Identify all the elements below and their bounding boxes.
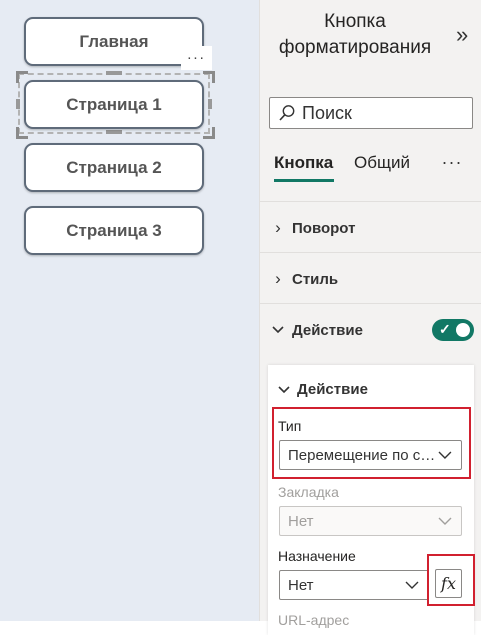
pane-title-line-2: форматирования <box>278 37 432 58</box>
tab-button[interactable]: Кнопка <box>274 153 333 173</box>
destination-dropdown[interactable]: Нет <box>279 570 429 600</box>
nav-button-page-2[interactable]: Страница 2 <box>24 143 204 192</box>
report-canvas: Главная Страница 1 Страница 2 Страница 3… <box>0 0 259 621</box>
check-icon: ✓ <box>439 321 451 337</box>
action-toggle[interactable]: ✓ <box>432 319 474 341</box>
section-label: Поворот <box>292 219 356 237</box>
resize-handle-bottom[interactable] <box>106 130 122 134</box>
resize-handle-right[interactable] <box>208 99 212 109</box>
resize-handle-bottom-left[interactable] <box>16 127 28 139</box>
collapse-pane-icon[interactable]: » <box>456 22 468 48</box>
pane-title-line-1: Кнопка <box>324 11 386 32</box>
nav-button-page-3[interactable]: Страница 3 <box>24 206 204 255</box>
section-label: Стиль <box>292 270 339 288</box>
bookmark-dropdown[interactable]: Нет <box>279 506 462 536</box>
search-placeholder: Поиск <box>302 102 352 123</box>
resize-handle-top-right[interactable] <box>203 71 215 83</box>
next-field-label: URL-адрес <box>278 612 350 628</box>
chevron-right-icon: › <box>275 218 281 237</box>
more-options-button[interactable]: ... <box>181 46 212 70</box>
destination-label: Назначение <box>278 548 356 564</box>
bookmark-label: Закладка <box>278 484 339 500</box>
highlight-box <box>272 407 471 479</box>
resize-handle-bottom-right[interactable] <box>203 127 215 139</box>
toggle-knob <box>456 323 470 337</box>
chevron-down-icon <box>278 385 290 393</box>
highlight-box <box>427 554 475 606</box>
bookmark-value: Нет <box>288 512 314 530</box>
divider <box>260 201 481 202</box>
section-label: Действие <box>292 321 363 339</box>
chevron-down-icon <box>268 320 288 340</box>
chevron-down-icon <box>405 581 419 589</box>
active-tab-indicator <box>274 179 334 182</box>
resize-handle-left[interactable] <box>16 99 20 109</box>
section-style[interactable]: › Стиль <box>260 261 481 297</box>
resize-handle-top[interactable] <box>106 71 122 75</box>
card-header-action[interactable]: Действие <box>277 381 368 398</box>
search-box[interactable]: Поиск <box>269 97 473 129</box>
search-icon <box>279 105 295 121</box>
divider <box>260 252 481 253</box>
chevron-down-icon <box>438 517 452 525</box>
destination-value: Нет <box>288 576 314 594</box>
chevron-right-icon: › <box>275 269 281 288</box>
divider <box>260 303 481 304</box>
card-title: Действие <box>297 381 368 398</box>
tab-more-button[interactable]: ... <box>442 148 463 169</box>
nav-button-home[interactable]: Главная <box>24 17 204 66</box>
tab-general[interactable]: Общий <box>354 153 410 173</box>
nav-button-page-1[interactable]: Страница 1 <box>24 80 204 129</box>
section-rotation[interactable]: › Поворот <box>260 210 481 246</box>
